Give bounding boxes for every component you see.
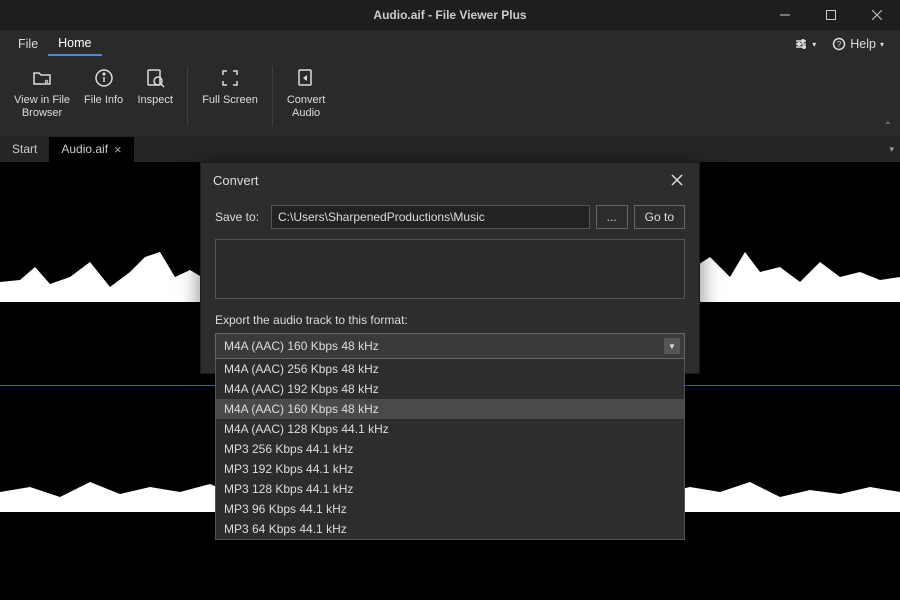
file-info-button[interactable]: File Info [78,62,129,111]
fullscreen-icon [218,66,242,90]
format-option[interactable]: MP3 64 Kbps 44.1 kHz [216,519,684,539]
help-button[interactable]: ? Help ▾ [824,33,892,55]
window-controls [762,0,900,30]
format-combo[interactable]: M4A (AAC) 160 Kbps 48 kHz ▼ M4A (AAC) 25… [215,333,685,359]
ribbon-separator [272,66,273,126]
format-label: Export the audio track to this format: [215,313,685,327]
ribbon: View in File Browser File Info Inspect F… [0,58,900,136]
inspect-button[interactable]: Inspect [131,62,179,111]
convert-audio-button[interactable]: Convert Audio [281,62,332,124]
format-option[interactable]: MP3 96 Kbps 44.1 kHz [216,499,684,519]
convert-dialog: Convert Save to: ... Go to Export the au… [200,162,700,374]
tab-overflow-icon[interactable]: ▾ [889,144,894,155]
format-option[interactable]: M4A (AAC) 160 Kbps 48 kHz [216,399,684,419]
format-option[interactable]: M4A (AAC) 192 Kbps 48 kHz [216,379,684,399]
tab-audio-aif[interactable]: Audio.aif × [49,137,133,162]
help-label: Help [850,37,876,51]
format-dropdown: M4A (AAC) 256 Kbps 48 kHzM4A (AAC) 192 K… [215,359,685,540]
menu-file[interactable]: File [8,33,48,55]
menubar: File Home ▾ ? Help ▾ [0,30,900,58]
convert-icon [294,66,318,90]
tab-close-icon[interactable]: × [114,142,122,157]
view-in-browser-button[interactable]: View in File Browser [8,62,76,124]
preview-area [215,239,685,299]
ribbon-separator [187,66,188,126]
folder-icon [30,66,54,90]
minimize-button[interactable] [762,0,808,30]
inspect-icon [143,66,167,90]
save-to-input[interactable] [271,205,590,229]
format-option[interactable]: MP3 192 Kbps 44.1 kHz [216,459,684,479]
maximize-button[interactable] [808,0,854,30]
tab-start[interactable]: Start [0,137,49,161]
ribbon-collapse-icon[interactable]: ⌃ [884,121,892,132]
format-option[interactable]: MP3 256 Kbps 44.1 kHz [216,439,684,459]
svg-text:?: ? [837,40,842,49]
dialog-close-button[interactable] [667,170,687,190]
format-option[interactable]: M4A (AAC) 128 Kbps 44.1 kHz [216,419,684,439]
info-icon [92,66,116,90]
fullscreen-button[interactable]: Full Screen [196,62,264,111]
format-option[interactable]: M4A (AAC) 256 Kbps 48 kHz [216,359,684,379]
goto-button[interactable]: Go to [634,205,685,229]
format-option[interactable]: MP3 128 Kbps 44.1 kHz [216,479,684,499]
save-to-label: Save to: [215,210,265,224]
browse-button[interactable]: ... [596,205,628,229]
close-button[interactable] [854,0,900,30]
dialog-titlebar: Convert [201,163,699,197]
chevron-down-icon: ▼ [664,338,680,354]
tabbar: Start Audio.aif × ▾ [0,136,900,162]
format-selected-value: M4A (AAC) 160 Kbps 48 kHz [224,339,379,353]
settings-icon[interactable]: ▾ [786,33,824,55]
menu-home[interactable]: Home [48,32,101,56]
titlebar: Audio.aif - File Viewer Plus [0,0,900,30]
dialog-title: Convert [213,173,259,188]
